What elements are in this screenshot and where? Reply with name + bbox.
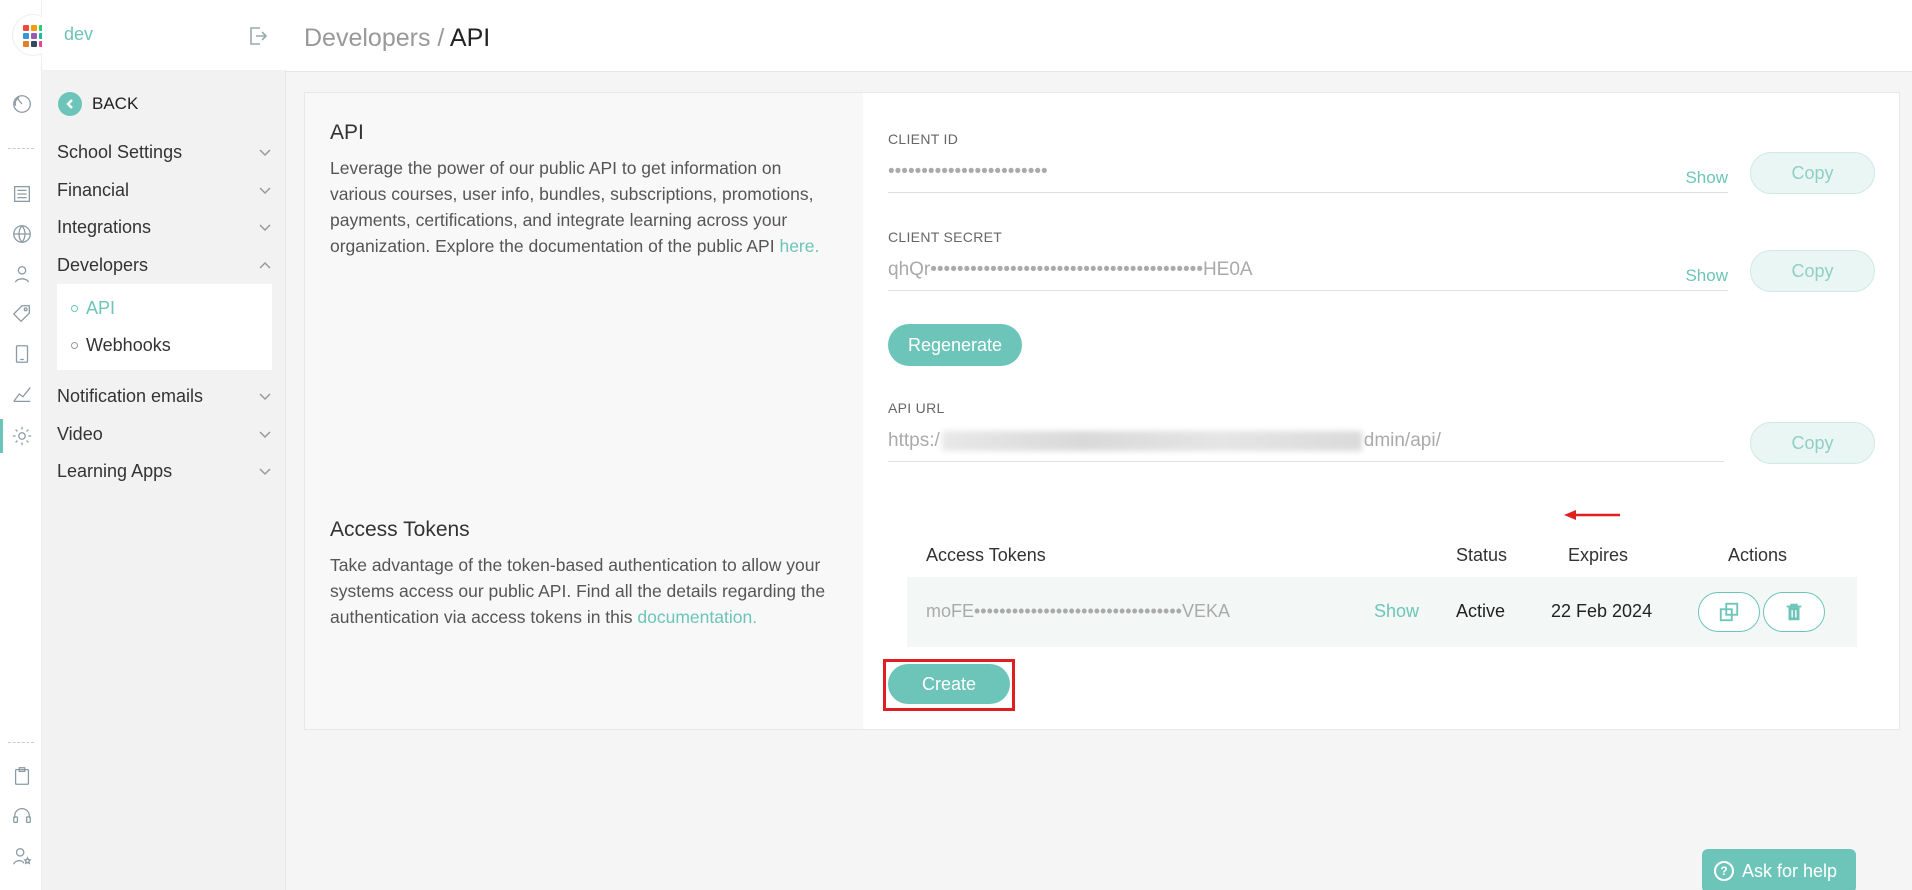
sidebar-item-notification-emails[interactable]: Notification emails xyxy=(57,381,272,411)
col-header-token: Access Tokens xyxy=(926,545,1046,565)
chevron-up-icon xyxy=(259,261,271,269)
chevron-down-icon xyxy=(259,149,271,157)
sidebar-item-label: School Settings xyxy=(57,141,183,162)
chevron-down-icon xyxy=(259,393,271,401)
bullet-icon xyxy=(71,342,78,349)
sidebar-subitem-api[interactable]: API xyxy=(71,298,115,319)
col-header-expires: Expires xyxy=(1568,545,1629,565)
sidebar-subitem-webhooks[interactable]: Webhooks xyxy=(71,335,171,356)
client-id-show-button[interactable]: Show xyxy=(1685,168,1728,188)
settings-icon[interactable] xyxy=(10,424,34,448)
analytics-icon[interactable] xyxy=(10,382,34,406)
copy-icon xyxy=(1719,602,1739,622)
sidebar-item-video[interactable]: Video xyxy=(57,419,272,449)
breadcrumb-parent[interactable]: Developers / xyxy=(304,24,450,52)
back-label: BACK xyxy=(92,94,139,113)
sidebar-item-label: Learning Apps xyxy=(57,460,173,481)
back-button[interactable]: BACK xyxy=(58,92,138,116)
mobile-icon[interactable] xyxy=(10,342,34,366)
sidebar-item-label: Notification emails xyxy=(57,385,204,406)
chevron-down-icon xyxy=(259,468,271,476)
api-description-text: Leverage the power of our public API to … xyxy=(330,158,814,256)
table-row: moFE•••••••••••••••••••••••••••••••••VEK… xyxy=(907,577,1857,647)
token-status: Active xyxy=(1456,601,1506,621)
redacted-region xyxy=(941,430,1362,451)
api-section-description: Leverage the power of our public API to … xyxy=(330,155,830,259)
tokens-docs-link[interactable]: documentation. xyxy=(637,607,757,627)
help-label: Ask for help xyxy=(1742,860,1838,881)
logout-icon[interactable] xyxy=(246,24,270,48)
ask-for-help-button[interactable]: ? Ask for help xyxy=(1702,849,1856,890)
sidebar-item-label: Integrations xyxy=(57,216,152,237)
tokens-section-description: Take advantage of the token-based authen… xyxy=(330,552,830,630)
icon-rail xyxy=(0,0,53,890)
copy-token-button[interactable] xyxy=(1698,592,1760,632)
client-id-field[interactable]: •••••••••••••••••••••••• Show xyxy=(888,155,1728,193)
user-star-icon[interactable] xyxy=(10,844,34,868)
content-icon[interactable] xyxy=(10,182,34,206)
sidebar-item-label: Developers xyxy=(57,254,149,275)
col-header-actions: Actions xyxy=(1728,545,1788,565)
brand-name[interactable]: dev xyxy=(64,24,93,45)
col-header-status: Status xyxy=(1456,545,1508,565)
api-section-title: API xyxy=(330,121,364,144)
sidebar-item-label: Video xyxy=(57,423,103,444)
page-title: API xyxy=(449,24,491,52)
sidebar-item-learning-apps[interactable]: Learning Apps xyxy=(57,456,272,486)
api-docs-link[interactable]: here. xyxy=(779,236,819,256)
api-url-prefix: https:/ xyxy=(888,430,940,451)
api-url-field[interactable]: https:/ dmin/api/ xyxy=(888,424,1724,462)
trash-icon xyxy=(1786,603,1802,621)
page-header: Developers / API xyxy=(286,0,1912,72)
delete-token-button[interactable] xyxy=(1763,592,1825,632)
sidebar-item-school-settings[interactable]: School Settings xyxy=(57,137,272,167)
rail-divider xyxy=(8,742,34,743)
api-url-value: https:/ dmin/api/ xyxy=(888,430,1441,452)
clipboard-icon[interactable] xyxy=(10,764,34,788)
annotation-arrow-icon xyxy=(1564,510,1620,520)
sidebar-item-label: Financial xyxy=(57,179,130,200)
dashboard-icon[interactable] xyxy=(10,92,34,116)
headset-icon[interactable] xyxy=(10,804,34,828)
sidebar-item-developers[interactable]: Developers xyxy=(57,250,272,280)
sidebar-subitem-label: API xyxy=(86,298,116,318)
help-icon: ? xyxy=(1714,861,1734,881)
client-secret-show-button[interactable]: Show xyxy=(1685,266,1728,286)
rail-divider xyxy=(8,148,34,149)
tag-icon[interactable] xyxy=(10,302,34,326)
sidebar-header: dev xyxy=(42,0,286,70)
client-secret-value: qhQr••••••••••••••••••••••••••••••••••••… xyxy=(888,259,1253,280)
bullet-icon xyxy=(71,305,78,312)
create-token-button[interactable]: Create xyxy=(888,664,1010,704)
globe-icon[interactable] xyxy=(10,222,34,246)
sidebar-subitem-label: Webhooks xyxy=(86,335,171,355)
client-secret-field[interactable]: qhQr••••••••••••••••••••••••••••••••••••… xyxy=(888,253,1728,291)
sidebar: dev BACK School Settings Financial Integ… xyxy=(42,0,286,890)
chevron-down-icon xyxy=(259,431,271,439)
api-url-suffix: dmin/api/ xyxy=(1363,430,1441,451)
token-show-button[interactable]: Show xyxy=(1374,601,1419,622)
chevron-down-icon xyxy=(259,224,271,232)
active-indicator xyxy=(0,419,3,453)
client-id-copy-button[interactable]: Copy xyxy=(1750,152,1875,194)
client-id-label: CLIENT ID xyxy=(888,131,959,147)
tokens-section-title: Access Tokens xyxy=(330,518,470,541)
chevron-down-icon xyxy=(259,187,271,195)
breadcrumb: Developers / API xyxy=(304,24,490,53)
api-settings-card: API Leverage the power of our public API… xyxy=(304,92,1900,730)
token-expires: 22 Feb 2024 xyxy=(1551,601,1653,621)
token-value: moFE•••••••••••••••••••••••••••••••••VEK… xyxy=(926,601,1230,621)
developers-submenu: API Webhooks xyxy=(57,284,272,370)
description-panel: API Leverage the power of our public API… xyxy=(305,93,863,729)
users-icon[interactable] xyxy=(10,262,34,286)
api-url-label: API URL xyxy=(888,400,945,416)
client-id-value: •••••••••••••••••••••••• xyxy=(888,161,1048,182)
sidebar-item-integrations[interactable]: Integrations xyxy=(57,212,272,242)
api-url-copy-button[interactable]: Copy xyxy=(1750,422,1875,464)
chevron-left-icon xyxy=(58,92,82,116)
regenerate-button[interactable]: Regenerate xyxy=(888,324,1022,366)
client-secret-copy-button[interactable]: Copy xyxy=(1750,250,1875,292)
client-secret-label: CLIENT SECRET xyxy=(888,229,1003,245)
sidebar-item-financial[interactable]: Financial xyxy=(57,175,272,205)
